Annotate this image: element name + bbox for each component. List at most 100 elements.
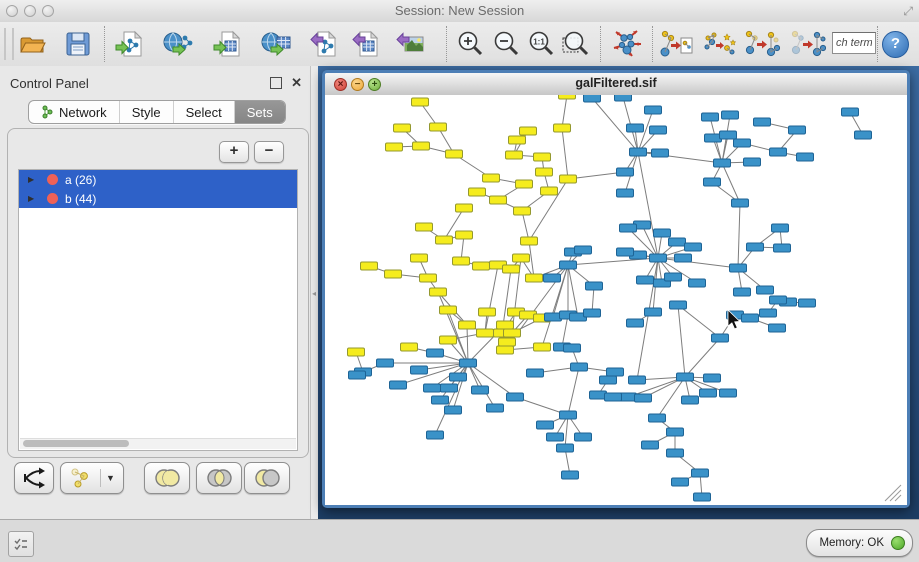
graph-node[interactable] — [394, 124, 411, 132]
graph-node[interactable] — [645, 106, 662, 114]
graph-node[interactable] — [720, 389, 737, 397]
show-all-button[interactable] — [790, 26, 826, 62]
graph-node[interactable] — [607, 368, 624, 376]
graph-node[interactable] — [732, 199, 749, 207]
graph-node[interactable] — [667, 428, 684, 436]
graph-node[interactable] — [526, 274, 543, 282]
graph-node[interactable] — [757, 286, 774, 294]
graph-node[interactable] — [649, 414, 666, 422]
graph-node[interactable] — [560, 175, 577, 183]
graph-node[interactable] — [450, 373, 467, 381]
graph-node[interactable] — [521, 237, 538, 245]
graph-node[interactable] — [453, 257, 470, 265]
graph-node[interactable] — [642, 441, 659, 449]
graph-node[interactable] — [413, 142, 430, 150]
network-frame-titlebar[interactable]: × − + galFiltered.sif — [325, 73, 907, 96]
graph-node[interactable] — [427, 431, 444, 439]
import-network-from-url-button[interactable] — [160, 26, 196, 62]
graph-node[interactable] — [770, 148, 787, 156]
graph-node[interactable] — [730, 264, 747, 272]
graph-node[interactable] — [670, 301, 687, 309]
import-table-from-file-button[interactable] — [210, 26, 246, 62]
graph-node[interactable] — [562, 471, 579, 479]
graph-node[interactable] — [734, 288, 751, 296]
graph-node[interactable] — [685, 243, 702, 251]
scrollbar-thumb[interactable] — [23, 440, 129, 447]
venn-intersection-button[interactable] — [196, 462, 242, 494]
graph-node[interactable] — [615, 95, 632, 101]
graph-node[interactable] — [536, 168, 553, 176]
graph-node[interactable] — [769, 324, 786, 332]
graph-node[interactable] — [605, 393, 622, 401]
graph-node[interactable] — [424, 384, 441, 392]
graph-node[interactable] — [677, 373, 694, 381]
graph-node[interactable] — [789, 126, 806, 134]
graph-node[interactable] — [667, 449, 684, 457]
graph-node[interactable] — [490, 196, 507, 204]
graph-node[interactable] — [527, 369, 544, 377]
graph-node[interactable] — [654, 229, 671, 237]
clone-network-button[interactable] — [702, 26, 738, 62]
graph-node[interactable] — [564, 344, 581, 352]
export-table-button[interactable] — [348, 26, 384, 62]
toolbar-grip[interactable] — [4, 28, 14, 60]
graph-node[interactable] — [575, 246, 592, 254]
graph-node[interactable] — [571, 363, 588, 371]
graph-node[interactable] — [704, 374, 721, 382]
graph-node[interactable] — [682, 396, 699, 404]
graph-node[interactable] — [436, 236, 453, 244]
graph-node[interactable] — [712, 334, 729, 342]
graph-node[interactable] — [386, 143, 403, 151]
graph-node[interactable] — [665, 273, 682, 281]
graph-node[interactable] — [620, 224, 637, 232]
graph-node[interactable] — [855, 131, 872, 139]
graph-node[interactable] — [459, 321, 476, 329]
graph-node[interactable] — [479, 308, 496, 316]
graph-node[interactable] — [390, 381, 407, 389]
memory-status-badge[interactable]: Memory: OK — [806, 529, 913, 557]
frame-resize-grip[interactable] — [890, 490, 901, 501]
graph-node[interactable] — [441, 384, 458, 392]
zoom-fit-selected-button[interactable] — [558, 26, 594, 62]
graph-node[interactable] — [456, 231, 473, 239]
tab-select[interactable]: Select — [173, 101, 234, 123]
graph-node[interactable] — [774, 244, 791, 252]
graph-node[interactable] — [705, 134, 722, 142]
graph-node[interactable] — [617, 248, 634, 256]
graph-node[interactable] — [477, 329, 494, 337]
graph-node[interactable] — [560, 411, 577, 419]
graph-node[interactable] — [700, 389, 717, 397]
graph-node[interactable] — [509, 136, 526, 144]
graph-node[interactable] — [694, 493, 711, 501]
expand-icon[interactable]: ⤢ — [903, 4, 913, 19]
open-file-button[interactable] — [14, 26, 50, 62]
graph-node[interactable] — [650, 254, 667, 262]
graph-node[interactable] — [590, 391, 607, 399]
expander-icon[interactable]: ▶ — [28, 194, 37, 203]
zoom-out-button[interactable] — [488, 26, 524, 62]
graph-node[interactable] — [420, 274, 437, 282]
divider-grip-icon[interactable]: ◂ — [312, 290, 316, 298]
graph-node[interactable] — [385, 270, 402, 278]
graph-node[interactable] — [534, 343, 551, 351]
venn-difference-button[interactable] — [244, 462, 290, 494]
graph-node[interactable] — [617, 168, 634, 176]
tab-sets[interactable]: Sets — [234, 101, 285, 123]
graph-node[interactable] — [650, 126, 667, 134]
split-sets-button[interactable] — [14, 462, 54, 494]
help-button[interactable]: ? — [882, 31, 909, 58]
graph-node[interactable] — [544, 274, 561, 282]
graph-node[interactable] — [635, 394, 652, 402]
graph-node[interactable] — [497, 321, 514, 329]
graph-node[interactable] — [483, 174, 500, 182]
graph-node[interactable] — [689, 279, 706, 287]
graph-node[interactable] — [547, 433, 564, 441]
graph-node[interactable] — [520, 127, 537, 135]
graph-node[interactable] — [348, 348, 365, 356]
export-image-button[interactable] — [392, 26, 428, 62]
graph-node[interactable] — [734, 139, 751, 147]
frame-resize-grip[interactable] — [895, 495, 901, 501]
graph-node[interactable] — [629, 376, 646, 384]
graph-node[interactable] — [514, 207, 531, 215]
save-session-button[interactable] — [60, 26, 96, 62]
